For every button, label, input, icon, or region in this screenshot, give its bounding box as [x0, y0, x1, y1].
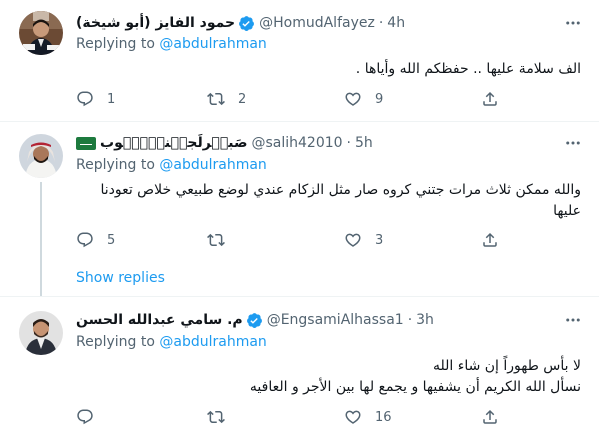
tweet-header: صَبۣۗرلَجۣۗنۣۗۗۗۗوب @salih42010 · 5h	[76, 133, 373, 153]
avatar-image	[19, 11, 63, 55]
heart-icon	[345, 92, 361, 106]
replying-label: Replying to	[76, 157, 155, 173]
share-icon	[483, 232, 497, 247]
thread-line	[40, 182, 42, 296]
retweet-count: 2	[238, 91, 247, 107]
action-bar: 1 2 9	[76, 89, 516, 109]
display-name[interactable]: حمود الفايز (أبو شيخة)	[76, 15, 235, 31]
share-button[interactable]	[481, 230, 499, 250]
flag-icon	[76, 136, 96, 150]
share-icon	[483, 91, 497, 106]
action-bar: 5 3	[76, 230, 516, 250]
replying-to: Replying to @abdulrahman	[76, 157, 267, 173]
separator-dot: ·	[378, 15, 384, 31]
reply-icon	[77, 232, 93, 248]
handle[interactable]: @EngsamiAlhassa1	[267, 312, 404, 328]
retweet-button[interactable]	[207, 230, 238, 250]
verified-badge-icon	[246, 312, 263, 329]
avatar-image	[19, 311, 63, 355]
retweet-icon	[207, 233, 225, 247]
tweet-text-line: والله ممكن ثلاث مرات جتني كروه صار مثل ا…	[100, 182, 581, 198]
like-button[interactable]: 3	[344, 230, 383, 250]
tweet-text-line: لا بأس طهوراً إن شاء الله	[432, 358, 581, 374]
like-count: 16	[375, 409, 392, 425]
tweet-homud[interactable]: حمود الفايز (أبو شيخة) @HomudAlfayez · 4…	[0, 0, 599, 121]
verified-badge-icon	[238, 15, 255, 32]
display-name[interactable]: صَبۣۗرلَجۣۗنۣۗۗۗۗوب	[100, 135, 247, 151]
share-button[interactable]	[481, 89, 499, 109]
avatar[interactable]	[19, 11, 63, 55]
reply-icon	[77, 409, 93, 425]
reply-icon	[77, 91, 93, 107]
tweet-text-line: عليها	[553, 203, 581, 219]
replying-label: Replying to	[76, 334, 155, 350]
handle[interactable]: @salih42010	[251, 135, 342, 151]
like-button[interactable]: 9	[344, 89, 383, 109]
heart-icon	[345, 233, 361, 247]
display-name[interactable]: م. سامي عبدالله الحسن	[76, 312, 243, 328]
timestamp[interactable]: 5h	[355, 135, 373, 151]
retweet-button[interactable]: 2	[207, 89, 246, 109]
separator-dot: ·	[346, 135, 351, 151]
reply-button[interactable]: 5	[76, 230, 115, 250]
tweet-text-line: نسأل الله الكريم أن يشفيها و يجمع لها بي…	[249, 379, 581, 395]
mention-link[interactable]: @abdulrahman	[159, 334, 266, 350]
heart-icon	[345, 410, 361, 424]
more-icon[interactable]	[561, 310, 585, 330]
retweet-button[interactable]	[207, 407, 238, 427]
share-button[interactable]	[481, 407, 499, 427]
tweet-text: الف سلامة عليها .. حفظكم الله وأياها .	[76, 59, 581, 80]
tweet-text-line: الف سلامة عليها .. حفظكم الله وأياها .	[355, 61, 581, 77]
mention-link[interactable]: @abdulrahman	[159, 157, 266, 173]
like-count: 9	[375, 91, 384, 107]
timestamp[interactable]: 3h	[416, 312, 434, 328]
tweet-text: والله ممكن ثلاث مرات جتني كروه صار مثل ا…	[76, 180, 581, 222]
tweet-sami[interactable]: م. سامي عبدالله الحسن @EngsamiAlhassa1 ·…	[0, 297, 599, 438]
retweet-icon	[207, 92, 225, 106]
replying-to: Replying to @abdulrahman	[76, 36, 267, 52]
show-replies-link[interactable]: Show replies	[76, 270, 165, 286]
retweet-icon	[207, 410, 225, 424]
like-button[interactable]: 16	[344, 407, 392, 427]
mention-link[interactable]: @abdulrahman	[159, 36, 266, 52]
more-icon[interactable]	[561, 133, 585, 153]
replying-to: Replying to @abdulrahman	[76, 334, 267, 350]
separator-dot: ·	[407, 312, 413, 328]
reply-button[interactable]: 1	[76, 89, 115, 109]
avatar[interactable]	[19, 311, 63, 355]
avatar[interactable]	[19, 134, 63, 178]
like-count: 3	[375, 232, 384, 248]
tweet-text: لا بأس طهوراً إن شاء الله نسأل الله الكر…	[76, 356, 581, 398]
handle[interactable]: @HomudAlfayez	[259, 15, 375, 31]
share-icon	[483, 409, 497, 424]
avatar-image	[19, 134, 63, 178]
tweet-header: م. سامي عبدالله الحسن @EngsamiAlhassa1 ·…	[76, 310, 434, 330]
more-icon[interactable]	[561, 13, 585, 33]
reply-button[interactable]	[76, 407, 107, 427]
reply-count: 1	[107, 91, 116, 107]
tweet-header: حمود الفايز (أبو شيخة) @HomudAlfayez · 4…	[76, 13, 405, 33]
replying-label: Replying to	[76, 36, 155, 52]
reply-count: 5	[107, 232, 116, 248]
timestamp[interactable]: 4h	[387, 15, 405, 31]
action-bar: 16	[76, 407, 516, 427]
